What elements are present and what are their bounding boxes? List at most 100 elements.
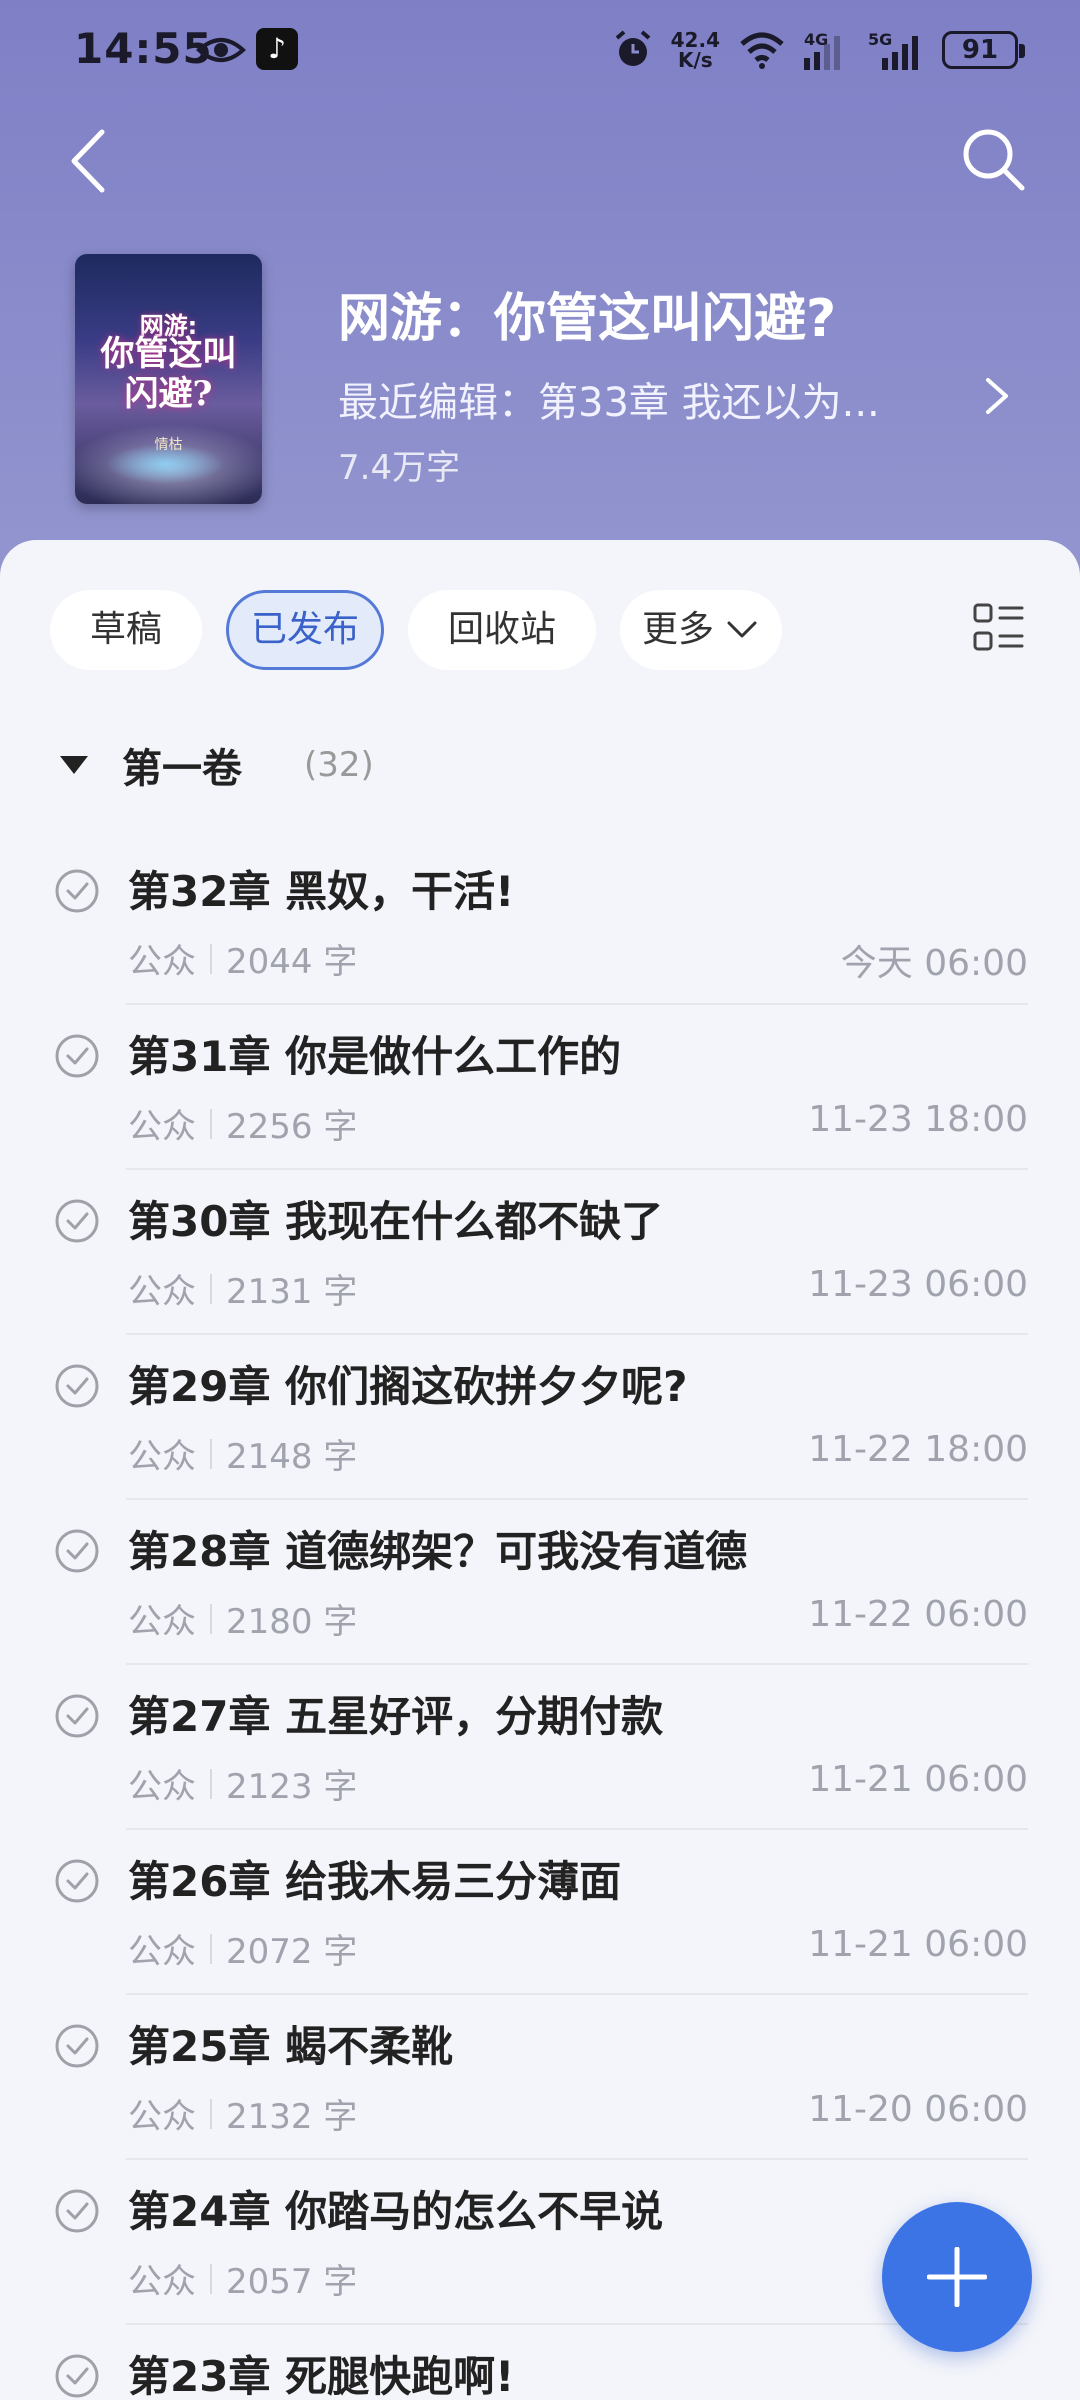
net-speed-value: 42.4 <box>670 28 720 52</box>
book-cover[interactable]: 网游: 你管这叫 闪避? 情枯 <box>75 254 262 504</box>
volume-header[interactable]: 第一卷 (32) <box>60 736 374 794</box>
chapter-publish-time: 11-23 06:00 <box>808 1264 1028 1305</box>
add-chapter-button[interactable] <box>882 2202 1032 2352</box>
check-circle-icon <box>55 869 99 913</box>
wifi-icon <box>740 32 784 69</box>
chapter-publish-time: 今天 06:00 <box>840 943 1028 984</box>
meta-divider <box>210 1768 212 1799</box>
volume-name: 第一卷 <box>122 746 242 792</box>
chapter-row[interactable]: 第30章 我现在什么都不缺了 公众 2131 字 11-23 06:00 <box>0 1170 1080 1335</box>
chapter-title: 第24章 你踏马的怎么不早说 <box>128 2187 664 2236</box>
check-circle-icon <box>55 1199 99 1243</box>
chapter-visibility: 公众 <box>128 1767 196 1807</box>
chapter-word-count: 2123 字 <box>226 1767 358 1807</box>
meta-divider <box>210 1108 212 1139</box>
chapter-meta: 公众 2132 字 <box>128 2089 357 2138</box>
meta-divider <box>210 1603 212 1634</box>
check-circle-icon <box>55 1529 99 1573</box>
book-title: 网游：你管这叫闪避? <box>338 289 837 349</box>
chapter-visibility: 公众 <box>128 1932 196 1972</box>
chapter-row[interactable]: 第27章 五星好评，分期付款公众 2123 字 11-21 06:00 <box>0 1665 1080 1830</box>
chapter-meta: 公众 2148 字 <box>128 1429 357 1478</box>
chapter-word-count: 2148 字 <box>226 1437 358 1477</box>
chapter-title: 第29章 你们搁这砍拼夕夕呢? <box>128 1362 688 1411</box>
check-circle-icon <box>55 1364 99 1408</box>
meta-divider <box>210 1933 212 1964</box>
chapter-meta: 公众 2180 字 <box>128 1594 357 1643</box>
check-circle-icon <box>55 1859 99 1903</box>
word-count: 7.4万字 <box>338 448 461 488</box>
check-circle-icon <box>55 2354 99 2398</box>
chapter-row[interactable]: 第28章 道德绑架？可我没有道德 公众 2180 字 11-22 06:00 <box>0 1500 1080 1665</box>
chapter-title: 第26章 给我木易三分薄面 <box>128 1857 622 1906</box>
chapter-publish-time: 11-23 18:00 <box>808 1099 1028 1140</box>
more-dropdown[interactable]: 更多 <box>620 590 783 670</box>
net-speed-unit: K/s <box>677 48 713 72</box>
chapter-word-count: 2057 字 <box>226 2262 358 2302</box>
chapter-meta: 公众 2057 字 <box>128 2254 357 2303</box>
chapter-meta: 公众 2044 字 <box>128 934 357 983</box>
chapter-visibility: 公众 <box>128 1437 196 1477</box>
chapter-word-count: 2132 字 <box>226 2097 358 2137</box>
chapter-title: 第32章 黑奴，干活! <box>128 867 515 916</box>
chapter-meta: 公众 2072 字 <box>128 1924 357 1973</box>
chapter-word-count: 2044 字 <box>226 942 358 982</box>
cover-title-line2-text: 你管这叫 <box>100 334 237 374</box>
chapter-row[interactable]: 第26章 给我木易三分薄面 公众 2072 字 11-21 06:00 <box>0 1830 1080 1995</box>
recent-edit-link[interactable]: 最近编辑：第33章 我还以为... <box>338 370 938 428</box>
chapter-word-count: 2256 字 <box>226 1107 358 1147</box>
chapter-visibility: 公众 <box>128 1272 196 1312</box>
check-circle-icon <box>55 2189 99 2233</box>
signal-4g-label: 4G <box>804 30 829 49</box>
cover-title-line2: 你管这叫 闪避? <box>75 334 262 414</box>
meta-divider <box>210 943 212 974</box>
chapter-title: 第27章 五星好评，分期付款 <box>128 1692 664 1741</box>
chapter-publish-time: 11-22 06:00 <box>808 1594 1028 1635</box>
tiktok-icon: ♪ <box>256 28 298 70</box>
chapter-visibility: 公众 <box>128 2262 196 2302</box>
chapter-meta: 公众 2123 字 <box>128 1759 357 1808</box>
collapse-triangle-icon <box>60 756 88 774</box>
chapter-row[interactable]: 第31章 你是做什么工作的 公众 2256 字 11-23 18:00 <box>0 1005 1080 1170</box>
chapter-visibility: 公众 <box>128 942 196 982</box>
chapter-publish-time: 11-21 06:00 <box>808 1924 1028 1965</box>
back-button[interactable] <box>60 126 116 196</box>
plus-icon <box>927 2247 987 2307</box>
check-circle-icon <box>55 2024 99 2068</box>
alarm-icon <box>615 30 650 66</box>
cover-author: 情枯 <box>154 437 183 453</box>
status-bar: 14:55 ♪ 42.4 K/s 4G 5G 91 <box>0 0 1080 100</box>
chapter-publish-time: 11-21 06:00 <box>808 1759 1028 1800</box>
meta-divider <box>210 2263 212 2294</box>
battery-icon: 91 <box>942 31 1025 69</box>
chapter-visibility: 公众 <box>128 1602 196 1642</box>
chevron-right-icon[interactable] <box>978 374 1014 418</box>
chapter-visibility: 公众 <box>128 1107 196 1147</box>
chapter-row[interactable]: 第32章 黑奴，干活! 公众 2044 字 今天 06:00 <box>0 840 1080 1005</box>
chapter-row[interactable]: 第25章 蝎不柔靴 公众 2132 字 11-20 06:00 <box>0 1995 1080 2160</box>
volume-count: (32) <box>304 745 374 785</box>
list-layout-icon[interactable] <box>972 602 1024 654</box>
tab-published[interactable]: 已发布 <box>226 590 385 670</box>
signal-5g-label: 5G <box>868 30 893 49</box>
chapter-meta: 公众 2131 字 <box>128 1264 357 1313</box>
meta-divider <box>210 1273 212 1304</box>
book-header: 14:55 ♪ 42.4 K/s 4G 5G 91 网游: 你管这叫 闪避? 情… <box>0 0 1080 600</box>
chapter-list: 第32章 黑奴，干活! 公众 2044 字 今天 06:00 第31章 你是做什么工作的… <box>0 840 1080 2400</box>
chapter-publish-time: 11-20 06:00 <box>808 2089 1028 2130</box>
filter-tabs: 草稿 已发布 回收站 更多 <box>50 590 783 670</box>
search-icon[interactable] <box>958 124 1028 194</box>
chapter-title: 第23章 死腿快跑啊! <box>128 2352 515 2400</box>
cover-title-line3-text: 闪避? <box>124 374 213 414</box>
status-time: 14:55 <box>74 24 213 73</box>
tab-recycle-bin[interactable]: 回收站 <box>408 590 597 670</box>
tab-draft[interactable]: 草稿 <box>50 590 203 670</box>
meta-divider <box>210 2098 212 2129</box>
status-right: 42.4 K/s 4G 5G 91 <box>613 22 1025 78</box>
chapter-title: 第30章 我现在什么都不缺了 <box>128 1197 664 1246</box>
chapter-row[interactable]: 第29章 你们搁这砍拼夕夕呢? 公众 2148 字 11-22 18:00 <box>0 1335 1080 1500</box>
chapter-visibility: 公众 <box>128 2097 196 2137</box>
signal-4g-icon: 4G <box>804 30 850 70</box>
check-circle-icon <box>55 1694 99 1738</box>
chapter-panel: 草稿 已发布 回收站 更多 第一卷 (32) 第32章 黑奴，干活! 公众 2044… <box>0 540 1080 2400</box>
